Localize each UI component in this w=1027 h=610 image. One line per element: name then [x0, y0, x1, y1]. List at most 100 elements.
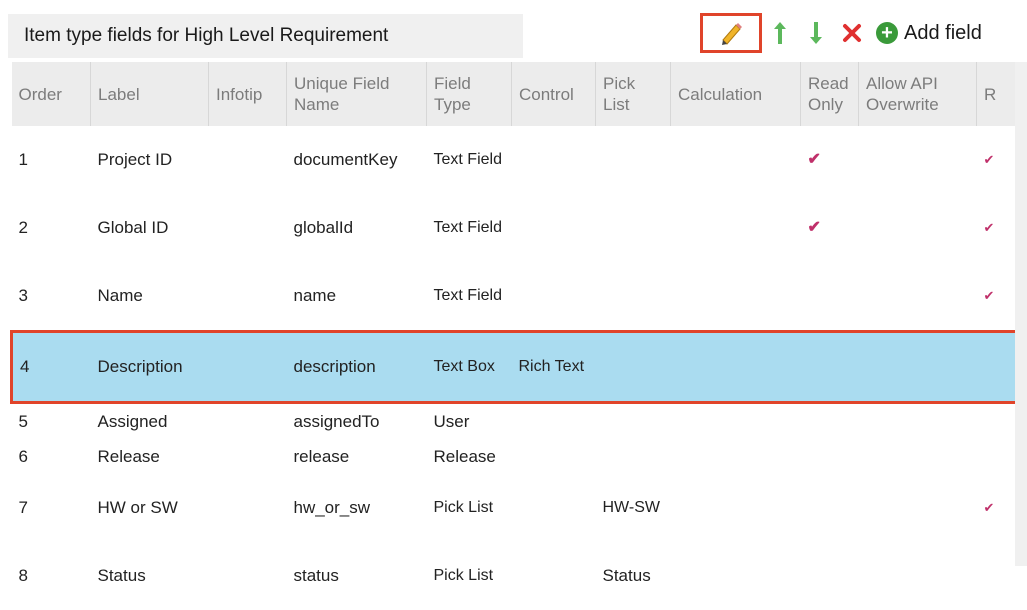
table-row[interactable]: 6 Release release Release — [12, 439, 1027, 474]
table-row[interactable]: 7 HW or SW hw_or_sw Pick List HW-SW ✔ — [12, 474, 1027, 542]
cell-api-overwrite — [859, 262, 977, 332]
cell-field-type: Text Field — [427, 262, 512, 332]
col-header-calculation[interactable]: Calculation — [671, 62, 801, 126]
cell-infotip — [209, 126, 287, 194]
cell-calculation — [671, 262, 801, 332]
cell-unique-name: documentKey — [287, 126, 427, 194]
cell-field-type: Text Field — [427, 194, 512, 262]
cell-pick-list: HW-SW — [596, 474, 671, 542]
read-only-check-icon — [801, 439, 859, 474]
cell-field-type: Pick List — [427, 542, 512, 610]
read-only-check-icon: ✔ — [801, 126, 859, 194]
table-row[interactable]: 1 Project ID documentKey Text Field ✔ ✔ — [12, 126, 1027, 194]
cell-control — [512, 439, 596, 474]
arrow-down-icon — [809, 20, 823, 46]
cell-order: 5 — [12, 403, 91, 440]
cell-pick-list — [596, 194, 671, 262]
cell-field-type: Release — [427, 439, 512, 474]
cell-field-type: Text Box — [427, 332, 512, 403]
cell-infotip — [209, 542, 287, 610]
table-row[interactable]: 5 Assigned assignedTo User — [12, 403, 1027, 440]
add-field-button[interactable]: + Add field — [876, 22, 982, 45]
cell-api-overwrite — [859, 126, 977, 194]
cell-control: Rich Text — [512, 332, 596, 403]
col-header-allow-api-overwrite[interactable]: Allow API Overwrite — [859, 62, 977, 126]
cell-pick-list — [596, 126, 671, 194]
panel-title: Item type fields for High Level Requirem… — [8, 25, 388, 47]
cell-infotip — [209, 332, 287, 403]
col-header-label[interactable]: Label — [91, 62, 209, 126]
table-header-row: Order Label Infotip Unique Field Name Fi… — [12, 62, 1027, 126]
col-header-read-only[interactable]: Read Only — [801, 62, 859, 126]
cell-api-overwrite — [859, 332, 977, 403]
delete-button[interactable] — [834, 13, 870, 53]
cell-order: 8 — [12, 542, 91, 610]
cell-label: Project ID — [91, 126, 209, 194]
col-header-order[interactable]: Order — [12, 62, 91, 126]
vertical-scrollbar[interactable] — [1015, 62, 1027, 566]
cell-infotip — [209, 262, 287, 332]
add-circle-icon: + — [876, 22, 898, 44]
cell-unique-name: name — [287, 262, 427, 332]
cell-unique-name: status — [287, 542, 427, 610]
cell-unique-name: hw_or_sw — [287, 474, 427, 542]
cell-infotip — [209, 474, 287, 542]
cell-infotip — [209, 403, 287, 440]
delete-x-icon — [841, 22, 863, 44]
read-only-check-icon — [801, 474, 859, 542]
cell-pick-list — [596, 403, 671, 440]
table-row[interactable]: 3 Name name Text Field ✔ — [12, 262, 1027, 332]
cell-order: 4 — [12, 332, 91, 403]
move-up-button[interactable] — [762, 13, 798, 53]
pencil-icon — [718, 20, 744, 46]
cell-calculation — [671, 439, 801, 474]
cell-infotip — [209, 439, 287, 474]
cell-label: Name — [91, 262, 209, 332]
col-header-infotip[interactable]: Infotip — [209, 62, 287, 126]
cell-control — [512, 262, 596, 332]
table-row[interactable]: 2 Global ID globalId Text Field ✔ ✔ — [12, 194, 1027, 262]
cell-api-overwrite — [859, 403, 977, 440]
add-field-label: Add field — [904, 22, 982, 45]
cell-pick-list: Status — [596, 542, 671, 610]
col-header-unique-field-name[interactable]: Unique Field Name — [287, 62, 427, 126]
table-row-selected[interactable]: 4 Description description Text Box Rich … — [12, 332, 1027, 403]
cell-control — [512, 126, 596, 194]
cell-field-type: User — [427, 403, 512, 440]
cell-order: 1 — [12, 126, 91, 194]
cell-calculation — [671, 332, 801, 403]
table-row[interactable]: 8 Status status Pick List Status — [12, 542, 1027, 610]
col-header-pick-list[interactable]: Pick List — [596, 62, 671, 126]
cell-calculation — [671, 542, 801, 610]
cell-label: Assigned — [91, 403, 209, 440]
cell-unique-name: release — [287, 439, 427, 474]
cell-api-overwrite — [859, 542, 977, 610]
cell-label: Description — [91, 332, 209, 403]
cell-order: 3 — [12, 262, 91, 332]
arrow-up-icon — [773, 20, 787, 46]
col-header-field-type[interactable]: Field Type — [427, 62, 512, 126]
read-only-check-icon — [801, 542, 859, 610]
cell-label: Status — [91, 542, 209, 610]
cell-control — [512, 194, 596, 262]
move-down-button[interactable] — [798, 13, 834, 53]
fields-table: Order Label Infotip Unique Field Name Fi… — [10, 62, 1027, 610]
cell-infotip — [209, 194, 287, 262]
cell-unique-name: assignedTo — [287, 403, 427, 440]
cell-label: Release — [91, 439, 209, 474]
read-only-check-icon — [801, 403, 859, 440]
cell-api-overwrite — [859, 194, 977, 262]
cell-calculation — [671, 194, 801, 262]
cell-pick-list — [596, 332, 671, 403]
toolbar: + Add field — [700, 12, 982, 54]
cell-pick-list — [596, 439, 671, 474]
read-only-check-icon: ✔ — [801, 194, 859, 262]
cell-control — [512, 542, 596, 610]
cell-label: HW or SW — [91, 474, 209, 542]
edit-button[interactable] — [700, 13, 762, 53]
cell-unique-name: description — [287, 332, 427, 403]
read-only-check-icon — [801, 262, 859, 332]
cell-control — [512, 403, 596, 440]
col-header-control[interactable]: Control — [512, 62, 596, 126]
cell-field-type: Pick List — [427, 474, 512, 542]
